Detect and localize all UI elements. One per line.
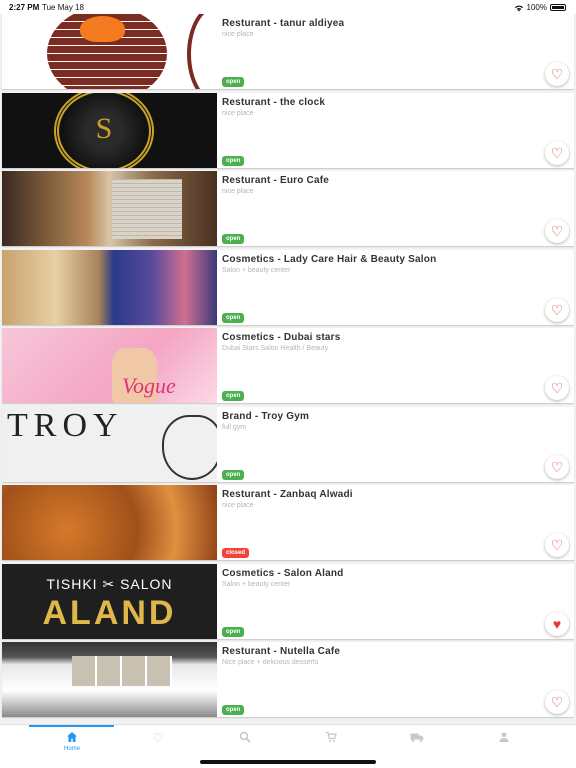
place-card[interactable]: Vogue Cosmetics - Dubai stars Dubai Star… [2,328,574,403]
place-title: Resturant - tanur aldiyea [222,18,345,29]
tab-cart[interactable] [316,731,346,745]
favorite-heart-icon[interactable]: ♡ [545,533,569,557]
status-badge: open [222,626,245,637]
tab-search[interactable] [230,731,260,745]
heart-icon: ♡ [152,731,164,745]
place-card[interactable]: Resturant - tanur aldiyea nice place ope… [2,14,574,89]
home-icon [57,731,87,745]
home-indicator [200,760,376,764]
place-card[interactable]: Resturant - Nutella Cafe Nice place + de… [2,642,574,717]
place-card[interactable]: TROY Brand - Troy Gym full gym open ♡ [2,406,574,482]
favorite-heart-icon[interactable]: ♡ [545,297,569,322]
status-time: 2:27 PM [9,3,40,12]
status-bar: 2:27 PM Tue May 18 100% [0,0,576,14]
place-title: Brand - Troy Gym [222,410,310,422]
place-image [2,14,217,89]
place-image: Vogue [2,328,217,403]
aland-logo-text: ALAND [42,593,177,632]
status-date: Tue May 18 [42,3,84,12]
truck-icon [402,731,432,745]
place-title: Resturant - Zanbaq Alwadi [222,489,353,500]
place-subtitle: Dubai Stars Salon Health / Beauty [222,345,329,352]
tab-home[interactable]: Home [57,731,87,752]
battery-icon [550,4,566,11]
place-image: S [2,92,217,168]
place-info: Cosmetics - Lady Care Hair & Beauty Salo… [217,250,574,325]
status-badge: open [222,705,245,715]
favorite-heart-icon[interactable]: ♡ [545,376,569,400]
place-info: Resturant - the clock nice place open ♡ [217,93,574,168]
favorite-heart-icon[interactable]: ♡ [545,219,569,243]
status-badge: open [222,391,245,401]
place-title: Cosmetics - Dubai stars [222,332,341,343]
place-title: Cosmetics - Salon Aland [222,567,344,579]
place-subtitle: Salon + beauty center [222,266,291,274]
favorite-heart-icon[interactable]: ♡ [545,62,569,86]
tab-delivery[interactable] [402,731,432,745]
place-subtitle: nice place [222,502,254,509]
favorite-heart-filled-icon[interactable]: ♥ [545,611,569,636]
tab-home-label: Home [63,746,80,752]
place-card[interactable]: S Resturant - the clock nice place open … [2,92,574,168]
place-subtitle: nice place [222,109,254,117]
place-info: Cosmetics - Dubai stars Dubai Stars Salo… [217,328,574,403]
place-title: Resturant - Euro Cafe [222,175,329,186]
place-info: Cosmetics - Salon Aland Salon + beauty c… [217,564,574,639]
status-badge: open [222,155,245,166]
place-info: Resturant - tanur aldiyea nice place ope… [217,14,574,89]
status-right: 100% [514,3,566,12]
place-subtitle: nice place [222,188,254,195]
aland-top-text: TISHKI ✂ SALON [46,575,173,592]
place-image [2,171,217,246]
favorite-heart-icon[interactable]: ♡ [545,140,569,165]
search-icon [230,731,260,745]
place-subtitle: Nice place + delicious desserts [222,659,319,666]
place-title: Resturant - the clock [222,96,326,108]
tab-favorites[interactable]: ♡ [143,731,173,745]
place-image: TROY [2,406,217,482]
place-image [2,642,217,717]
status-badge: open [222,77,245,87]
status-badge: open [222,312,245,323]
place-image [2,485,217,560]
troy-logo-text: TROY [7,406,124,444]
place-info: Resturant - Zanbaq Alwadi nice place clo… [217,485,574,560]
place-subtitle: full gym [222,423,247,431]
place-title: Cosmetics - Lady Care Hair & Beauty Salo… [222,253,437,265]
place-image [2,249,217,325]
place-card[interactable]: TISHKI ✂ SALON ALAND Cosmetics - Salon Al… [2,563,574,639]
wifi-icon [514,5,523,11]
place-title: Resturant - Nutella Cafe [222,646,341,657]
status-badge: closed [222,548,250,558]
status-badge: open [222,469,245,480]
favorite-heart-icon[interactable]: ♡ [545,690,569,714]
favorite-heart-icon[interactable]: ♡ [545,454,569,479]
status-badge: open [222,234,245,244]
place-info: Brand - Troy Gym full gym open ♡ [217,407,574,482]
clock-logo-letter: S [95,111,113,145]
place-card[interactable]: Resturant - Euro Cafe nice place open ♡ [2,171,574,246]
place-card[interactable]: Cosmetics - Lady Care Hair & Beauty Salo… [2,249,574,325]
place-card[interactable]: Resturant - Zanbaq Alwadi nice place clo… [2,485,574,560]
place-subtitle: Salon + beauty center [222,580,291,588]
tab-profile[interactable] [489,731,519,745]
place-info: Resturant - Nutella Cafe Nice place + de… [217,642,574,717]
person-icon [489,731,519,745]
place-image: TISHKI ✂ SALON ALAND [2,563,217,639]
battery-percent: 100% [526,3,547,12]
active-tab-indicator [29,725,114,727]
vogue-text: Vogue [122,373,176,398]
place-subtitle: nice place [222,31,254,38]
cart-icon [316,731,346,745]
place-info: Resturant - Euro Cafe nice place open ♡ [217,171,574,246]
